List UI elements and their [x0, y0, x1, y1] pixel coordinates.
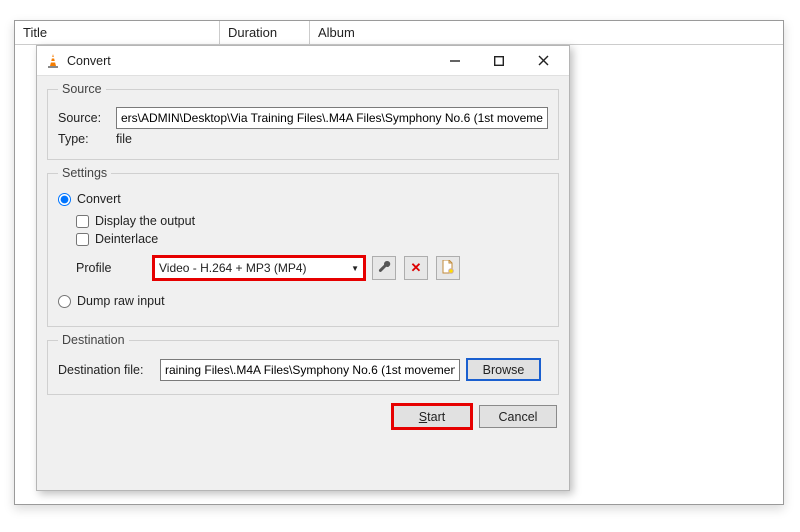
display-output-checkbox[interactable]	[76, 215, 89, 228]
profile-dropdown[interactable]: Video - H.264 + MP3 (MP4) ▼	[154, 257, 364, 279]
vlc-cone-icon	[45, 53, 61, 69]
dest-file-input[interactable]	[160, 359, 460, 381]
dump-raw-label: Dump raw input	[77, 294, 165, 308]
profile-value: Video - H.264 + MP3 (MP4)	[159, 261, 351, 275]
convert-radio-label: Convert	[77, 192, 121, 206]
destination-legend: Destination	[58, 333, 129, 347]
delete-profile-button[interactable]: ✕	[404, 256, 428, 280]
destination-group: Destination Destination file: Browse	[47, 333, 559, 395]
close-button[interactable]	[521, 47, 565, 75]
edit-profile-button[interactable]	[372, 256, 396, 280]
start-button[interactable]: Start	[393, 405, 471, 428]
deinterlace-label: Deinterlace	[95, 232, 158, 246]
convert-radio[interactable]	[58, 193, 71, 206]
source-legend: Source	[58, 82, 106, 96]
convert-dialog: Convert Source Source: Type: file Settin…	[36, 45, 570, 491]
column-duration[interactable]: Duration	[220, 21, 310, 44]
settings-legend: Settings	[58, 166, 111, 180]
source-label: Source:	[58, 111, 110, 125]
new-document-icon	[442, 260, 454, 277]
settings-group: Settings Convert Display the output Dein…	[47, 166, 559, 327]
dest-file-label: Destination file:	[58, 363, 154, 377]
column-album[interactable]: Album	[310, 21, 430, 44]
type-label: Type:	[58, 132, 110, 146]
profile-label: Profile	[76, 261, 146, 275]
start-rest: tart	[427, 410, 445, 424]
playlist-header: Title Duration Album	[15, 21, 783, 45]
source-input[interactable]	[116, 107, 548, 129]
browse-button[interactable]: Browse	[466, 358, 541, 381]
deinterlace-checkbox[interactable]	[76, 233, 89, 246]
x-icon: ✕	[411, 260, 422, 276]
cancel-button[interactable]: Cancel	[479, 405, 557, 428]
start-key: S	[419, 410, 427, 424]
maximize-button[interactable]	[477, 47, 521, 75]
titlebar[interactable]: Convert	[37, 46, 569, 76]
display-output-label: Display the output	[95, 214, 195, 228]
wrench-icon	[378, 260, 391, 276]
source-group: Source Source: Type: file	[47, 82, 559, 160]
type-value: file	[116, 132, 132, 146]
minimize-button[interactable]	[433, 47, 477, 75]
new-profile-button[interactable]	[436, 256, 460, 280]
column-title[interactable]: Title	[15, 21, 220, 44]
dump-raw-radio[interactable]	[58, 295, 71, 308]
dialog-title: Convert	[67, 54, 433, 68]
chevron-down-icon: ▼	[351, 264, 359, 273]
